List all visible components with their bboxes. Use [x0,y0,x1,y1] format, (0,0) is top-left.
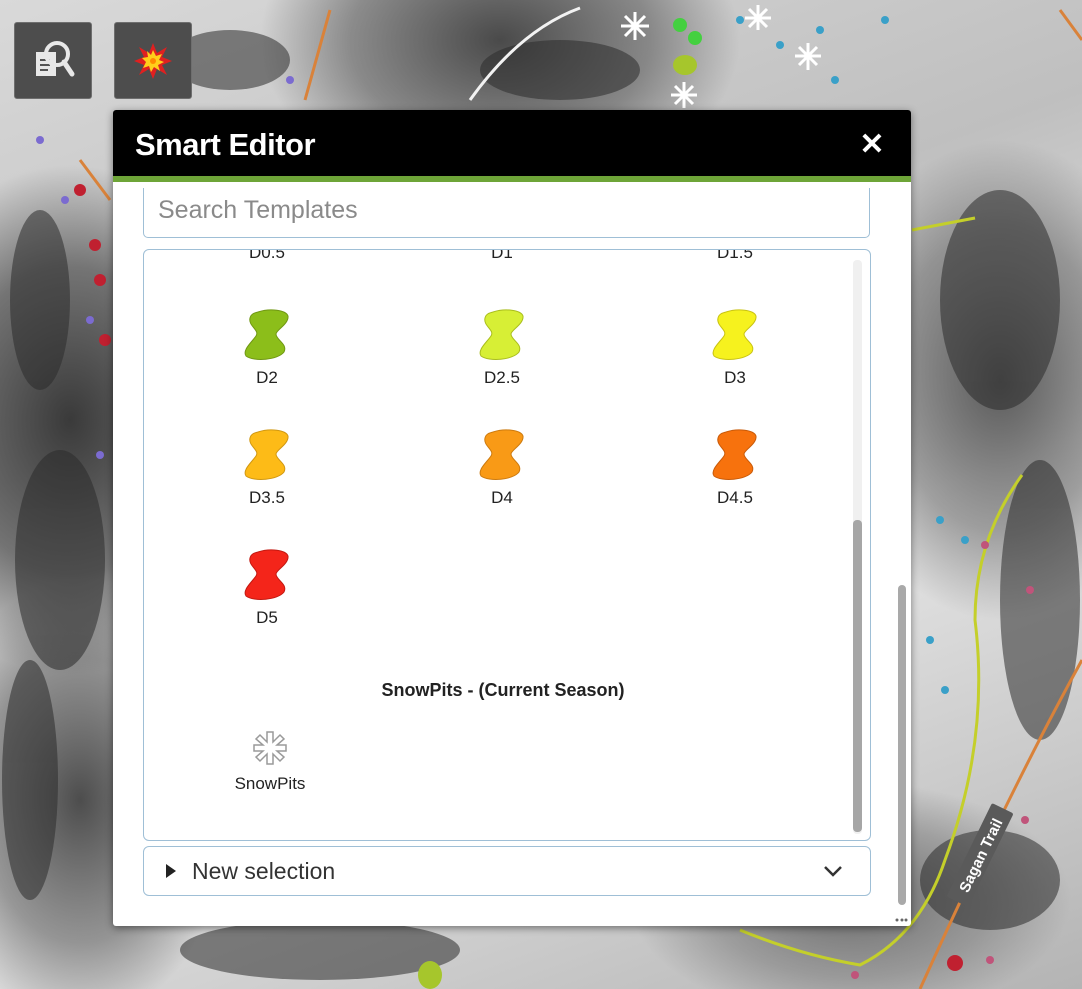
search-document-icon [36,40,75,76]
template-label: D2 [256,368,278,387]
panel-title: Smart Editor [135,127,316,162]
cursor-arrow-icon [166,864,176,878]
template-item-d5[interactable]: D5 [207,548,327,628]
template-label: D5 [256,608,278,627]
template-label: D2.5 [484,368,520,387]
avalanche-polygon-icon [244,549,289,600]
avalanche-polygon-icon [244,429,289,480]
smart-editor-panel: Smart Editor ✕ D0.5 D1 D1.5 D2 D2.5 D3 [113,110,911,926]
template-label: D4.5 [717,488,753,507]
avalanche-polygon-icon [712,309,757,360]
new-selection-label: New selection [192,858,336,884]
template-item-d3[interactable]: D3 [675,308,795,388]
template-label: D4 [491,488,513,507]
template-label-partial[interactable]: D1.5 [675,250,795,263]
panel-scrollbar-thumb[interactable] [898,585,906,905]
template-label-partial[interactable]: D1 [442,250,562,263]
template-label-partial[interactable]: D0.5 [207,250,327,263]
template-item-d4-5[interactable]: D4.5 [675,428,795,508]
template-group-title: SnowPits - (Current Season) [381,680,625,700]
template-label: SnowPits [234,774,306,793]
panel-header: Smart Editor ✕ [113,110,911,182]
close-icon[interactable]: ✕ [857,130,887,160]
template-item-snowpits[interactable]: SnowPits [210,728,330,794]
snowflake-outline-icon [253,731,287,765]
search-templates-input[interactable] [156,190,846,230]
template-item-d3-5[interactable]: D3.5 [207,428,327,508]
resize-grip-icon[interactable] [894,913,908,923]
template-list-scrollbar-thumb[interactable] [853,520,862,832]
explosion-icon [134,42,172,79]
smart-editor-tool-button[interactable] [114,22,192,99]
template-list-scrollbar[interactable] [853,260,862,834]
template-item-d4[interactable]: D4 [442,428,562,508]
avalanche-polygon-icon [712,429,757,480]
panel-scrollbar[interactable] [896,190,908,910]
avalanche-polygon-icon [479,429,524,480]
search-templates-box [143,188,870,238]
avalanche-polygon-icon [479,309,524,360]
chevron-down-icon [824,866,842,877]
template-label: D3 [724,368,746,387]
template-item-d2[interactable]: D2 [207,308,327,388]
new-selection-dropdown[interactable]: New selection [143,846,871,896]
avalanche-polygon-icon [244,309,289,360]
search-tool-button[interactable] [14,22,92,99]
template-label: D3.5 [249,488,285,507]
template-list: D0.5 D1 D1.5 D2 D2.5 D3 D3.5 D4 D4.5 D5 … [143,249,871,841]
template-item-d2-5[interactable]: D2.5 [442,308,562,388]
